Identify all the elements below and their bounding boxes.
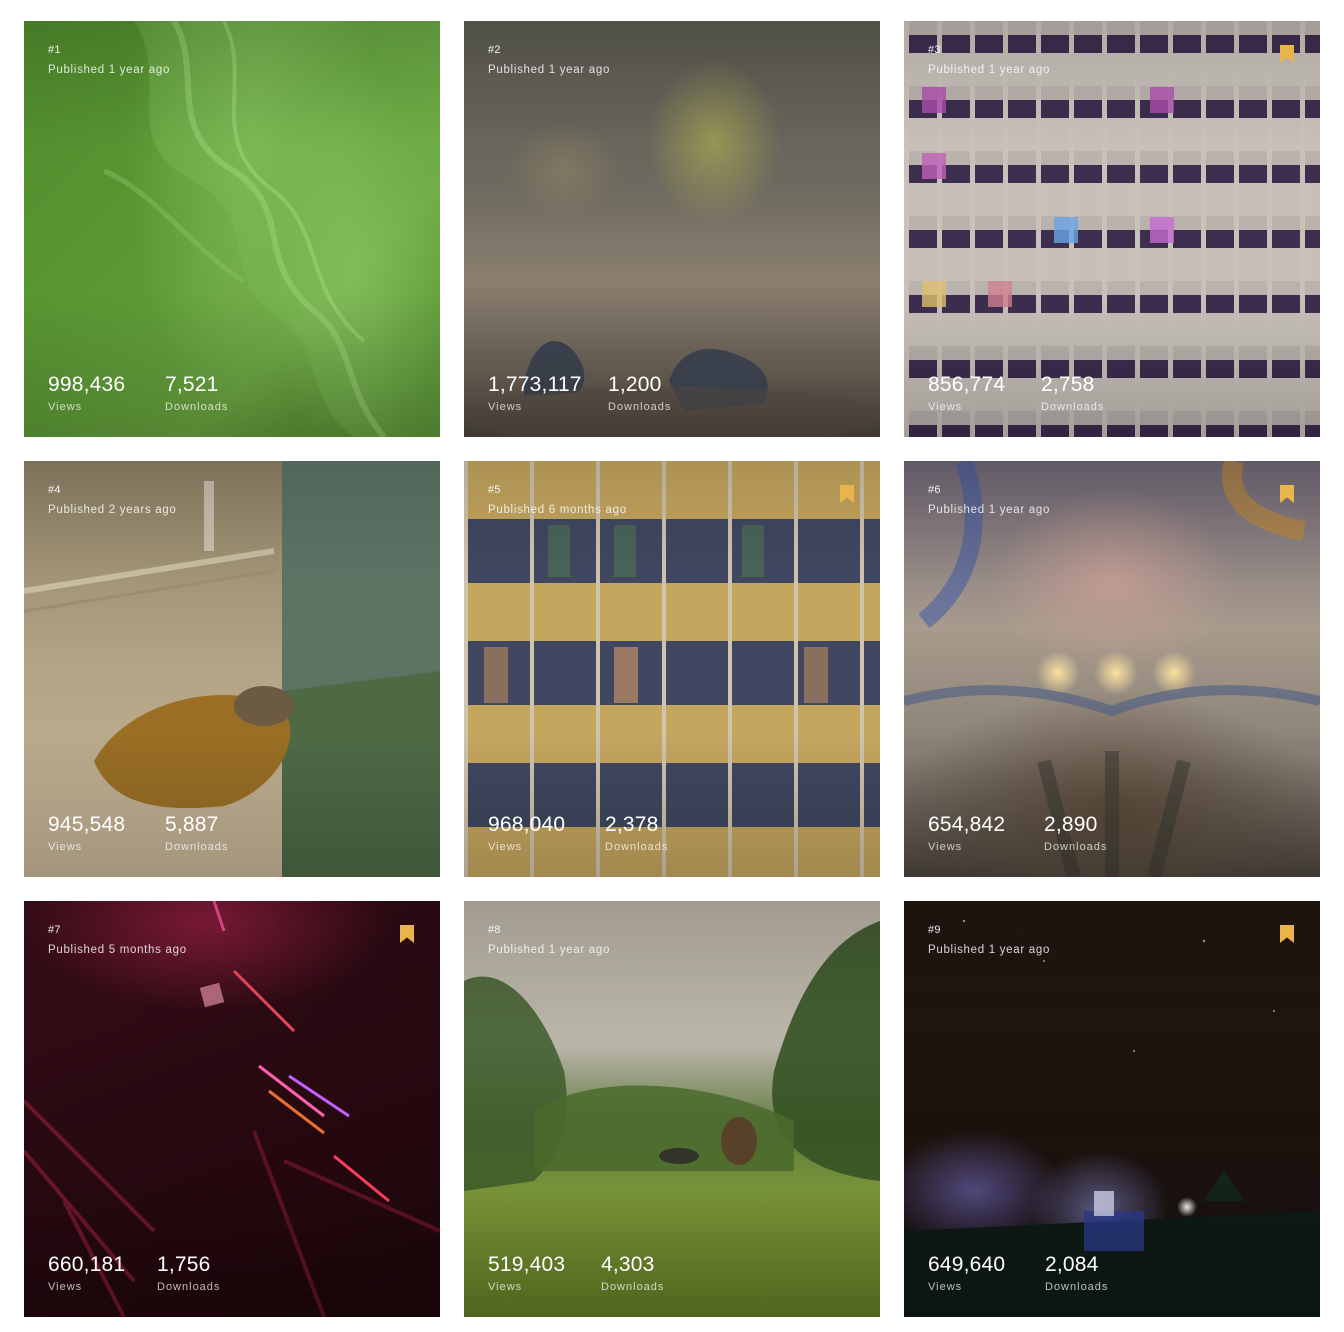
- rank-label: #4: [48, 484, 61, 496]
- published-date: Published 1 year ago: [488, 944, 611, 956]
- views-count: 945,548: [48, 813, 126, 836]
- downloads-count: 5,887: [165, 813, 219, 836]
- published-date: Published 1 year ago: [928, 944, 1051, 956]
- downloads-count: 4,303: [601, 1253, 655, 1276]
- rank-label: #1: [48, 44, 61, 56]
- views-stat: 968,040 Views: [488, 812, 565, 853]
- downloads-stat: 2,084 Downloads: [1045, 1252, 1108, 1293]
- photo-card[interactable]: #7 Published 5 months ago 660,181 Views …: [24, 901, 440, 1317]
- photo-card[interactable]: #5 Published 6 months ago 968,040 Views …: [464, 461, 880, 877]
- rank-label: #7: [48, 924, 61, 936]
- downloads-stat: 5,887 Downloads: [165, 812, 228, 853]
- photo-card[interactable]: #3 Published 1 year ago 856,774 Views 2,…: [904, 21, 1320, 437]
- published-date: Published 1 year ago: [928, 504, 1051, 516]
- views-count: 519,403: [488, 1253, 566, 1276]
- published-date: Published 6 months ago: [488, 504, 627, 516]
- downloads-label: Downloads: [608, 401, 672, 413]
- views-label: Views: [928, 841, 963, 853]
- downloads-label: Downloads: [601, 1281, 665, 1293]
- views-count: 654,842: [928, 813, 1006, 836]
- published-date: Published 1 year ago: [48, 64, 171, 76]
- views-label: Views: [48, 401, 83, 413]
- photo-card[interactable]: #2 Published 1 year ago 1,773,117 Views …: [464, 21, 880, 437]
- downloads-stat: 4,303 Downloads: [601, 1252, 664, 1293]
- views-count: 649,640: [928, 1253, 1006, 1276]
- downloads-label: Downloads: [157, 1281, 221, 1293]
- downloads-stat: 7,521 Downloads: [165, 372, 228, 413]
- downloads-stat: 2,890 Downloads: [1044, 812, 1107, 853]
- views-count: 998,436: [48, 373, 126, 396]
- published-date: Published 5 months ago: [48, 944, 187, 956]
- views-label: Views: [48, 1281, 83, 1293]
- views-label: Views: [488, 841, 523, 853]
- downloads-label: Downloads: [165, 841, 229, 853]
- views-stat: 998,436 Views: [48, 372, 125, 413]
- views-label: Views: [928, 1281, 963, 1293]
- views-stat: 945,548 Views: [48, 812, 125, 853]
- views-stat: 856,774 Views: [928, 372, 1005, 413]
- rank-label: #2: [488, 44, 501, 56]
- downloads-count: 2,758: [1041, 373, 1095, 396]
- published-date: Published 1 year ago: [488, 64, 611, 76]
- views-stat: 519,403 Views: [488, 1252, 565, 1293]
- photo-card[interactable]: #6 Published 1 year ago 654,842 Views 2,…: [904, 461, 1320, 877]
- downloads-count: 2,378: [605, 813, 659, 836]
- downloads-stat: 1,200 Downloads: [608, 372, 671, 413]
- downloads-count: 2,890: [1044, 813, 1098, 836]
- downloads-label: Downloads: [1045, 1281, 1109, 1293]
- photo-card[interactable]: #4 Published 2 years ago 945,548 Views 5…: [24, 461, 440, 877]
- views-label: Views: [488, 1281, 523, 1293]
- rank-label: #8: [488, 924, 501, 936]
- downloads-label: Downloads: [1041, 401, 1105, 413]
- published-date: Published 1 year ago: [928, 64, 1051, 76]
- downloads-count: 2,084: [1045, 1253, 1099, 1276]
- bookmark-icon[interactable]: [1280, 925, 1294, 943]
- downloads-stat: 2,758 Downloads: [1041, 372, 1104, 413]
- published-date: Published 2 years ago: [48, 504, 177, 516]
- downloads-count: 7,521: [165, 373, 219, 396]
- downloads-stat: 2,378 Downloads: [605, 812, 668, 853]
- bookmark-icon[interactable]: [400, 925, 414, 943]
- bookmark-icon[interactable]: [840, 485, 854, 503]
- bookmark-icon[interactable]: [1280, 45, 1294, 63]
- views-stat: 654,842 Views: [928, 812, 1005, 853]
- views-label: Views: [48, 841, 83, 853]
- views-stat: 649,640 Views: [928, 1252, 1005, 1293]
- downloads-label: Downloads: [165, 401, 229, 413]
- downloads-count: 1,756: [157, 1253, 211, 1276]
- downloads-label: Downloads: [1044, 841, 1108, 853]
- rank-label: #3: [928, 44, 941, 56]
- views-label: Views: [928, 401, 963, 413]
- photo-card[interactable]: #1 Published 1 year ago 998,436 Views 7,…: [24, 21, 440, 437]
- rank-label: #6: [928, 484, 941, 496]
- photo-card[interactable]: #8 Published 1 year ago 519,403 Views 4,…: [464, 901, 880, 1317]
- rank-label: #9: [928, 924, 941, 936]
- photo-card[interactable]: #9 Published 1 year ago 649,640 Views 2,…: [904, 901, 1320, 1317]
- bookmark-icon[interactable]: [1280, 485, 1294, 503]
- views-stat: 1,773,117 Views: [488, 372, 582, 413]
- rank-label: #5: [488, 484, 501, 496]
- downloads-stat: 1,756 Downloads: [157, 1252, 220, 1293]
- views-count: 968,040: [488, 813, 566, 836]
- photo-grid: #1 Published 1 year ago 998,436 Views 7,…: [24, 21, 1320, 1317]
- views-stat: 660,181 Views: [48, 1252, 125, 1293]
- views-label: Views: [488, 401, 523, 413]
- downloads-label: Downloads: [605, 841, 669, 853]
- views-count: 1,773,117: [488, 373, 582, 396]
- downloads-count: 1,200: [608, 373, 662, 396]
- views-count: 856,774: [928, 373, 1006, 396]
- views-count: 660,181: [48, 1253, 126, 1276]
